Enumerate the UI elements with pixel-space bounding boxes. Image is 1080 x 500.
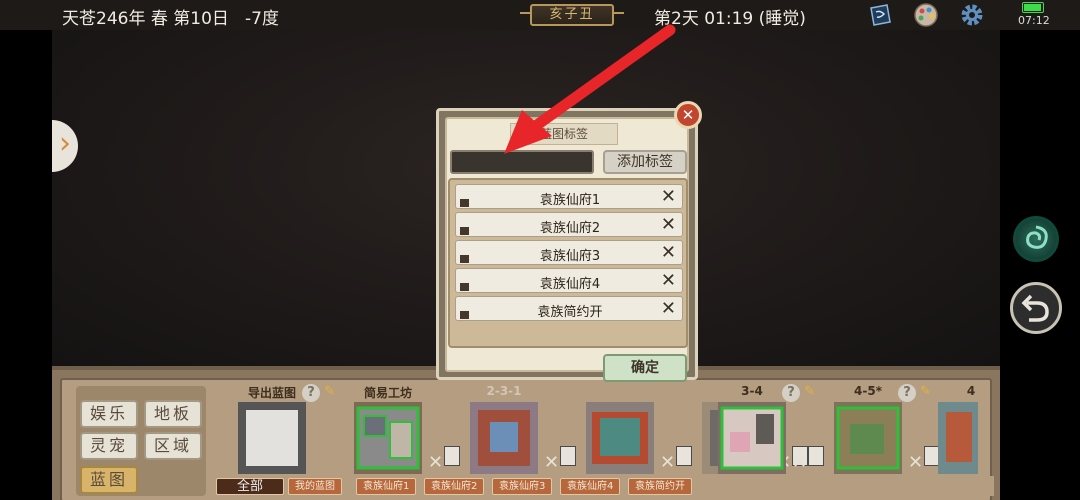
blueprint-title: 简易工坊 [363,386,412,400]
blueprint-card-4-5[interactable]: 4-5* ? ✎ ✕ [828,382,940,474]
blueprint-card-3-4[interactable]: 3-4 ? ✎ ✕ [712,382,824,474]
blueprint-tag-bar: 全部 我的蓝图 袁族仙府1 袁族仙府2 袁族仙府3 袁族仙府4 袁族简约开 [216,476,994,496]
back-button[interactable] [1010,282,1062,334]
blueprint-thumbnail [354,402,422,474]
document-icon[interactable] [444,446,460,466]
delete-tag-icon[interactable]: ✕ [661,270,676,291]
pencil-icon[interactable]: ✎ [324,384,338,399]
blueprint-thumbnail [938,402,978,474]
tag-filter-5[interactable]: 袁族简约开 [628,478,692,495]
blueprint-card-2-3-1[interactable]: 2-3-1 ✕ [464,382,576,474]
temperature: -7度 [245,9,279,29]
delete-tag-icon[interactable]: ✕ [661,214,676,235]
blueprint-card-workshop[interactable]: 简易工坊 ✕ [348,382,460,474]
delete-x-icon[interactable]: ✕ [792,452,807,473]
delete-tag-icon[interactable]: ✕ [661,298,676,319]
system-clock: 07:12 [1018,14,1050,27]
blueprint-title: 2-3-1 [486,384,522,398]
document-icon[interactable] [808,446,824,466]
category-pet[interactable]: 灵宠 [80,432,138,460]
blueprint-thumbnail [470,402,538,474]
pencil-icon[interactable]: ✎ [804,384,818,399]
blueprint-card-partial[interactable]: 4 [932,382,992,474]
category-entertainment[interactable]: 娱乐 [80,400,138,428]
blueprint-thumbnail [238,402,306,474]
help-icon[interactable]: ? [898,384,916,402]
blueprint-title: 4 [966,384,976,398]
tag-list: 袁族仙府1 ✕ 袁族仙府2 ✕ 袁族仙府3 ✕ 袁族仙府4 ✕ 袁族简约开 ✕ [448,178,688,348]
undo-arrow-icon [1021,294,1049,322]
blueprint-thumbnail [718,402,786,474]
help-icon[interactable]: ? [302,384,320,402]
help-icon[interactable]: ? [782,384,800,402]
build-panel: 娱乐 地板 灵宠 区域 蓝图 导出蓝图 ? ✎ 简易工坊 ✕ 2-3-1 ✕ ✕… [52,366,1000,500]
category-panel: 娱乐 地板 灵宠 区域 蓝图 [76,386,206,496]
battery-icon [1022,2,1044,13]
delete-x-icon[interactable]: ✕ [428,452,443,473]
document-icon[interactable] [560,446,576,466]
gear-icon[interactable] [959,2,985,28]
tag-filter-2[interactable]: 袁族仙府2 [424,478,485,495]
tag-list-item[interactable]: 袁族仙府4 ✕ [455,268,683,293]
blueprint-thumbnail [586,402,654,474]
map-scroll-icon[interactable] [867,2,893,28]
left-gutter [0,30,52,500]
annotation-arrow-icon [504,24,676,154]
blueprint-card-export[interactable]: 导出蓝图 ? ✎ [232,382,344,474]
delete-x-icon[interactable]: ✕ [908,452,923,473]
category-zone[interactable]: 区域 [144,432,202,460]
build-panel-inner: 娱乐 地板 灵宠 区域 蓝图 导出蓝图 ? ✎ 简易工坊 ✕ 2-3-1 ✕ ✕… [60,378,994,500]
tag-label: 袁族简约开 [537,305,603,320]
blueprint-title: 3-4 [741,384,763,398]
blueprint-card-4[interactable]: ✕ [580,382,692,474]
tag-list-item[interactable]: 袁族仙府3 ✕ [455,240,683,265]
spirit-swirl-button[interactable] [1013,216,1059,262]
delete-tag-icon[interactable]: ✕ [661,242,676,263]
swirl-icon [1026,225,1048,249]
delete-x-icon[interactable]: ✕ [544,452,559,473]
right-gutter [1000,30,1080,500]
tag-filter-3[interactable]: 袁族仙府3 [492,478,553,495]
blueprint-title: 4-5* [854,384,882,398]
tag-filter-4[interactable]: 袁族仙府4 [560,478,621,495]
tag-label: 袁族仙府4 [539,277,601,292]
blueprint-thumbnail [834,402,902,474]
document-icon[interactable] [676,446,692,466]
game-date: 天苍246年 春 第10日 [62,9,229,29]
tag-list-item[interactable]: 袁族简约开 ✕ [455,296,683,321]
tag-filter-1[interactable]: 袁族仙府1 [356,478,417,495]
tag-label: 袁族仙府2 [539,221,601,236]
tag-filter-my-blueprints[interactable]: 我的蓝图 [288,478,342,495]
tag-filter-all[interactable]: 全部 [216,478,285,495]
tag-label: 袁族仙府3 [539,249,601,264]
palette-icon[interactable] [913,2,939,28]
category-blueprint[interactable]: 蓝图 [80,466,138,494]
delete-x-icon[interactable]: ✕ [660,452,675,473]
tag-list-item[interactable]: 袁族仙府2 ✕ [455,212,683,237]
chevron-right-icon: › [59,126,71,161]
delete-tag-icon[interactable]: ✕ [661,186,676,207]
confirm-button[interactable]: 确定 [603,354,687,382]
tag-list-item[interactable]: 袁族仙府1 ✕ [455,184,683,209]
category-floor[interactable]: 地板 [144,400,202,428]
blueprint-title: 导出蓝图 [247,386,296,400]
tag-label: 袁族仙府1 [539,193,601,208]
